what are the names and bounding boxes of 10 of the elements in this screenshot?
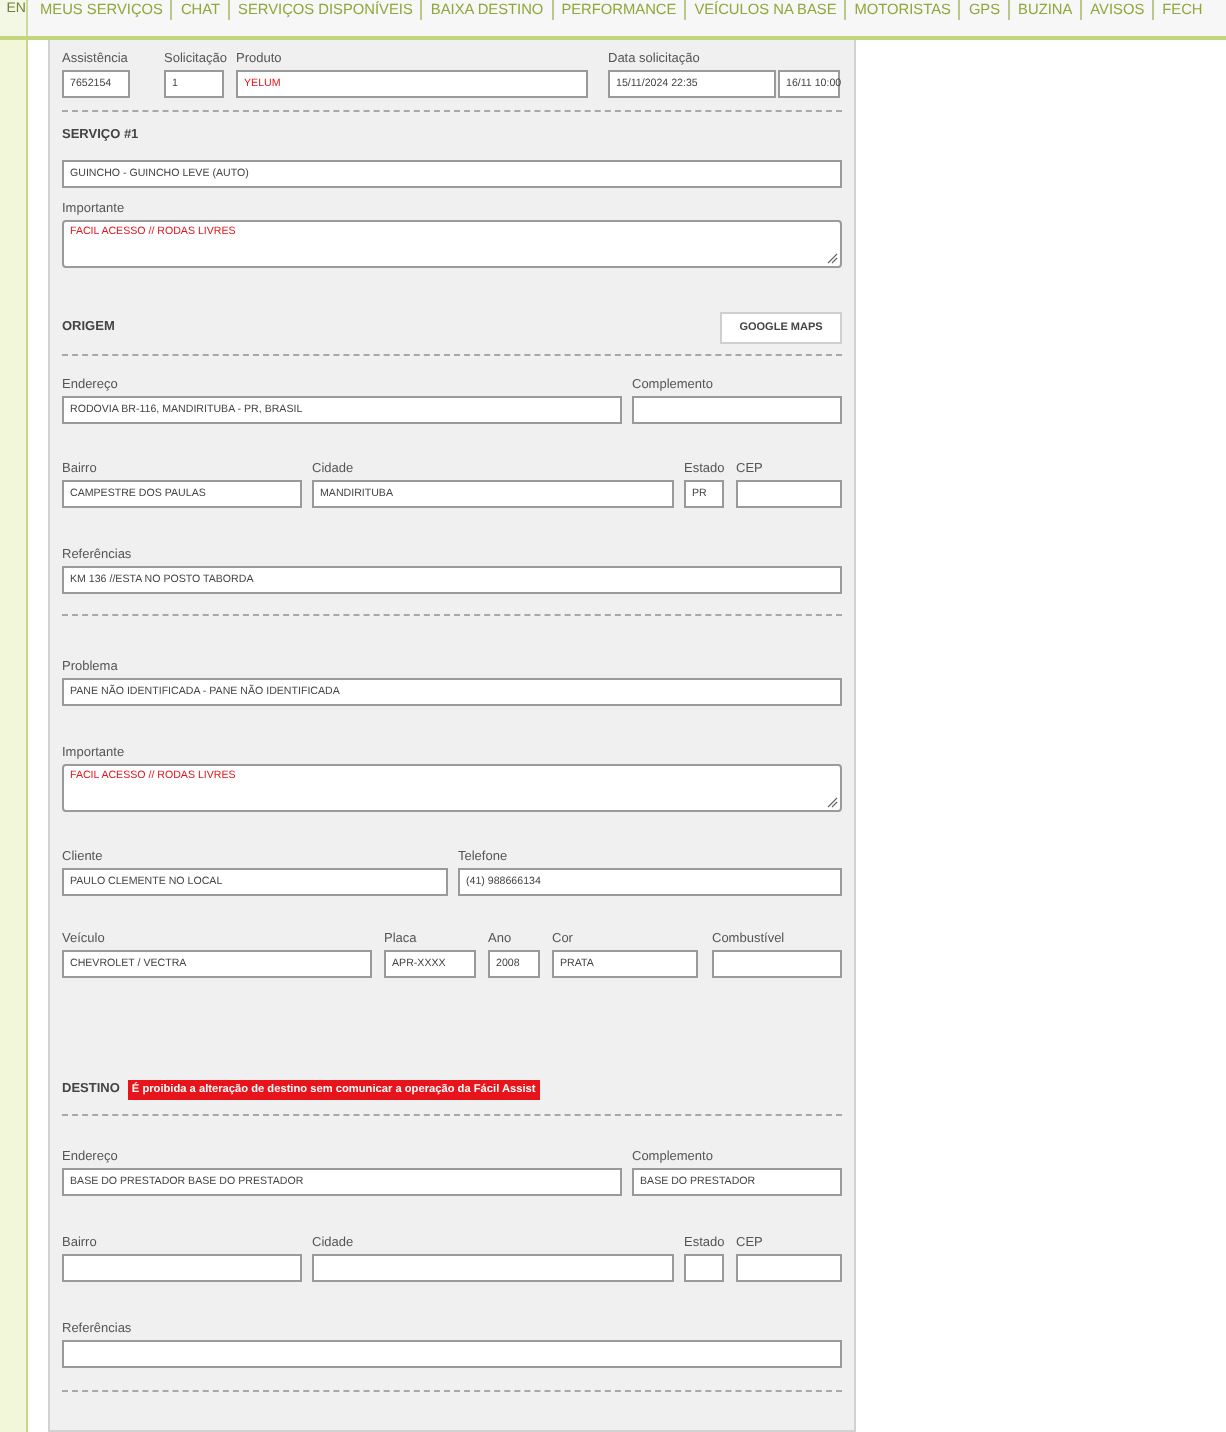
input-field[interactable] — [632, 396, 842, 424]
resize-grip-icon — [826, 252, 838, 264]
input-field[interactable] — [684, 1254, 724, 1282]
resize-grip-icon — [826, 796, 838, 808]
input-field[interactable] — [312, 1254, 674, 1282]
input-field[interactable] — [712, 950, 842, 978]
input-field[interactable] — [62, 1254, 302, 1282]
input-field[interactable] — [62, 1340, 842, 1368]
input-field[interactable] — [736, 480, 842, 508]
input-field[interactable] — [736, 1254, 842, 1282]
